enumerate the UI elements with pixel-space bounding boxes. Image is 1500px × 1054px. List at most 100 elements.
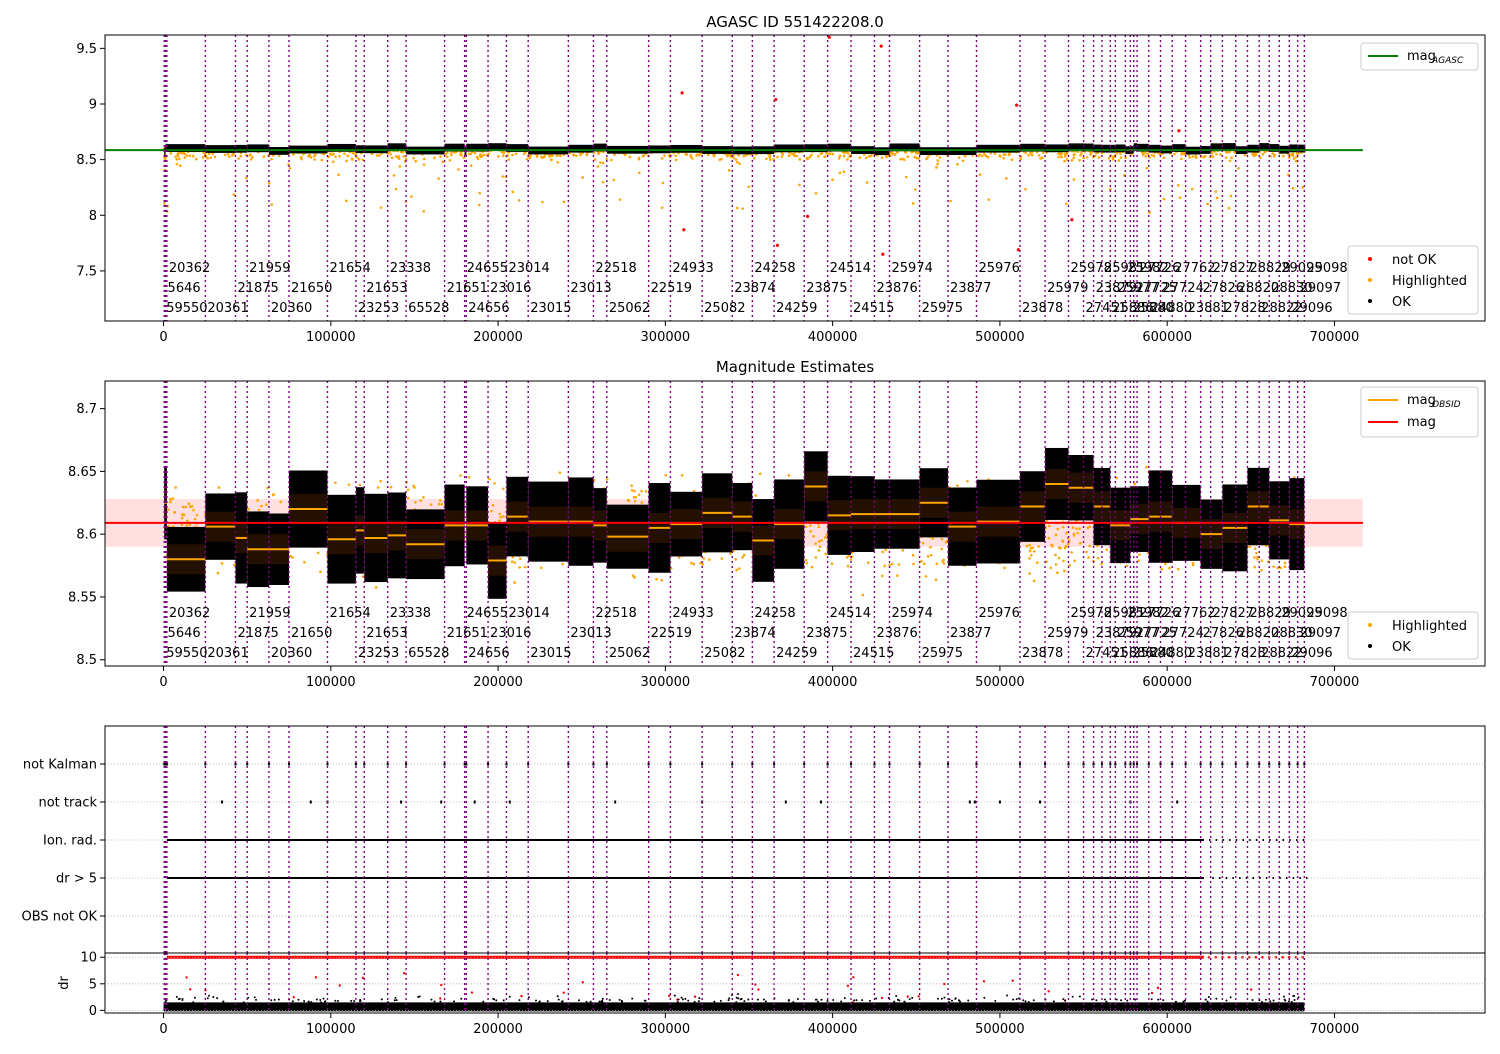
highlighted-point (867, 155, 871, 158)
highlighted-point (1054, 553, 1057, 557)
dr-ok-point (1095, 999, 1098, 1002)
highlighted-point (453, 151, 456, 154)
highlighted-point (193, 517, 197, 521)
highlighted-point (1057, 556, 1061, 560)
p1-obsid-label: 25975 (922, 301, 963, 316)
highlighted-point (232, 563, 236, 567)
highlighted-point (735, 160, 739, 164)
highlighted-point (499, 515, 503, 519)
highlighted-point (319, 570, 322, 573)
dr-ok-point (273, 998, 276, 1001)
ok-points-band (205, 145, 236, 153)
ok-points-band (1297, 144, 1305, 153)
highlighted-point (1215, 152, 1218, 156)
highlighted-point (1063, 159, 1066, 163)
dr-ok-point (177, 998, 180, 1001)
dr-ok-point (433, 1000, 436, 1003)
highlighted-point (814, 542, 817, 545)
highlighted-point (469, 152, 473, 156)
p2-obsid-label: 25974 (892, 606, 933, 621)
highlighted-point (634, 495, 638, 499)
highlighted-point (312, 154, 316, 158)
highlighted-point (805, 156, 809, 160)
dr-ok-point (350, 999, 353, 1002)
highlighted-point (1060, 152, 1063, 155)
highlighted-point (1248, 545, 1252, 549)
ion-rad-flag (1249, 839, 1251, 841)
dr-ok-point (618, 998, 621, 1001)
p1-obsid-label: 5646 (168, 281, 201, 296)
dr5-flag (1225, 877, 1228, 879)
highlighted-point (880, 574, 884, 578)
highlighted-point (174, 486, 177, 489)
dr-capped-point (1227, 955, 1231, 959)
highlighted-point (920, 560, 923, 563)
highlighted-point (226, 152, 230, 156)
p2-obsid-label: 20362 (169, 606, 210, 621)
highlighted-point (1064, 202, 1068, 206)
p1-obsid-label: 21959 (249, 261, 290, 276)
highlighted-point (475, 155, 479, 159)
highlighted-point (858, 156, 862, 159)
p4-x-tick-label: 100000 (306, 1022, 356, 1037)
dr-ok-point (1027, 1000, 1030, 1003)
dr-ok-point (1283, 995, 1286, 998)
p1-obsid-label: 23013 (570, 281, 611, 296)
p2-obsid-label: 5646 (168, 626, 201, 641)
dr-ok-point (270, 999, 273, 1002)
highlighted-point (805, 561, 809, 565)
highlighted-point (768, 158, 772, 162)
highlighted-point (192, 508, 195, 512)
highlighted-point (459, 153, 462, 156)
highlighted-point (957, 156, 961, 159)
highlighted-point (376, 486, 380, 489)
highlighted-point (1253, 565, 1257, 569)
highlighted-point (188, 154, 191, 158)
highlighted-point (510, 560, 514, 563)
highlighted-point (1255, 551, 1258, 555)
highlighted-point (419, 499, 423, 502)
highlighted-point (1145, 465, 1148, 469)
p1-x-tick-label: 400000 (808, 330, 858, 345)
p1-obsid-label: 23874 (734, 281, 775, 296)
legend-mag-label: mag (1407, 415, 1436, 430)
dr-ok-point (320, 1001, 323, 1004)
highlighted-point (596, 165, 600, 168)
highlighted-point (448, 158, 452, 162)
ok-points-band (1110, 144, 1116, 153)
legend-not-ok: not OK (1392, 253, 1437, 268)
p1-obsid-label: 23875 (806, 281, 847, 296)
highlighted-point (518, 557, 522, 561)
highlighted-point (498, 512, 502, 516)
highlighted-point (831, 178, 834, 181)
highlighted-point (182, 151, 186, 155)
ion-rad-flag (1282, 839, 1285, 841)
not-track-flag (819, 800, 822, 804)
dr-not-ok-point (1249, 988, 1253, 991)
dr-ok-point (538, 1001, 541, 1004)
p2-obsid-label: 25082 (704, 646, 745, 661)
highlighted-point (1047, 524, 1051, 528)
dr-ok-point (557, 998, 560, 1001)
dr-ok-point (310, 1001, 313, 1004)
highlighted-point (441, 160, 445, 164)
dr-ok-point (1293, 994, 1296, 997)
highlighted-point (185, 524, 188, 527)
highlighted-point (1007, 153, 1011, 157)
ion-rad-flag (1255, 839, 1258, 841)
highlighted-point (334, 481, 337, 485)
highlighted-point (1162, 197, 1166, 201)
highlighted-point (390, 156, 394, 160)
highlighted-point (169, 497, 172, 501)
dr-ok-point (1134, 998, 1137, 1001)
ion-rad-flag (1229, 839, 1231, 841)
highlighted-point (935, 166, 938, 169)
highlighted-point (1024, 187, 1027, 191)
highlighted-point (511, 190, 515, 194)
highlighted-point (523, 565, 527, 569)
dr-ok-point (518, 999, 521, 1002)
p1-x-tick-label: 100000 (306, 330, 356, 345)
highlighted-point (518, 566, 521, 569)
highlighted-point (630, 489, 634, 492)
p2-obsid-label: 29096 (1291, 646, 1332, 661)
